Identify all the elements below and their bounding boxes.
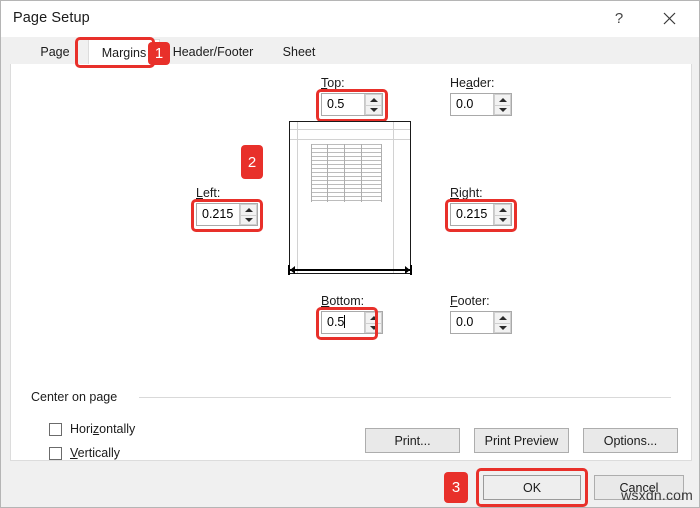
options-button[interactable]: Options... xyxy=(583,428,678,453)
top-margin-spin-up[interactable] xyxy=(365,94,382,105)
caret-up-icon xyxy=(369,315,378,320)
left-margin-input[interactable]: 0.215 xyxy=(197,204,239,225)
left-margin-spin-up[interactable] xyxy=(240,204,257,215)
checkbox-vertically[interactable]: Vertically xyxy=(49,446,120,460)
bottom-margin-input[interactable]: 0.5 xyxy=(322,312,364,333)
tab-page[interactable]: Page xyxy=(22,39,88,65)
footer-margin-input[interactable]: 0.0 xyxy=(451,312,493,333)
center-on-page-group: Center on page Horizontally Vertically xyxy=(31,390,671,466)
right-margin-spin-up[interactable] xyxy=(494,204,511,215)
bottom-margin-spin-down[interactable] xyxy=(365,322,382,333)
caret-down-icon xyxy=(498,107,507,112)
top-margin-label: Top: xyxy=(321,76,345,90)
caret-down-icon xyxy=(498,217,507,222)
caret-up-icon xyxy=(369,97,378,102)
help-button[interactable]: ? xyxy=(597,1,641,35)
ok-button[interactable]: OK xyxy=(483,475,581,500)
tab-strip: Page Margins Header/Footer Sheet xyxy=(10,39,692,66)
page-preview xyxy=(289,121,411,274)
step-badge-1: 1 xyxy=(148,42,170,65)
bottom-margin-indicator[interactable] xyxy=(284,264,416,275)
right-margin-spin-buttons[interactable] xyxy=(493,204,511,225)
bottom-margin-spin-buttons[interactable] xyxy=(364,312,382,333)
bottom-margin-spin-up[interactable] xyxy=(365,312,382,323)
field-group-footer: Footer: 0.0 xyxy=(450,294,512,334)
caret-down-icon xyxy=(498,325,507,330)
step-badge-3: 3 xyxy=(444,472,468,503)
caret-down-icon xyxy=(369,325,378,330)
page-setup-dialog: Page Setup ? Page Margins Header/Footer … xyxy=(0,0,700,508)
caret-up-icon xyxy=(498,97,507,102)
close-icon xyxy=(663,12,676,25)
question-mark-icon: ? xyxy=(614,9,624,27)
right-margin-spinner[interactable]: 0.215 xyxy=(450,203,512,226)
bottom-margin-label: Bottom: xyxy=(321,294,365,308)
top-margin-spinner[interactable]: 0.5 xyxy=(321,93,383,116)
footer-margin-spin-buttons[interactable] xyxy=(493,312,511,333)
field-group-right: Right: 0.215 xyxy=(445,186,517,232)
top-margin-input[interactable]: 0.5 xyxy=(322,94,364,115)
field-group-left: Left: 0.215 xyxy=(191,186,263,232)
footer-margin-spinner[interactable]: 0.0 xyxy=(450,311,512,334)
preview-guide-header xyxy=(290,139,410,140)
left-margin-label: Left: xyxy=(196,186,221,200)
caret-down-icon xyxy=(369,107,378,112)
tab-sheet[interactable]: Sheet xyxy=(266,39,332,65)
caret-down-icon xyxy=(244,217,253,222)
header-margin-spinner[interactable]: 0.0 xyxy=(450,93,512,116)
checkbox-vertically-box[interactable] xyxy=(49,446,62,460)
field-group-header: Header: 0.0 xyxy=(450,76,512,116)
header-margin-spin-buttons[interactable] xyxy=(493,94,511,115)
top-margin-spin-buttons[interactable] xyxy=(364,94,382,115)
right-margin-spin-down[interactable] xyxy=(494,214,511,225)
bottom-margin-value: 0.5 xyxy=(327,315,345,329)
checkbox-horizontally[interactable]: Horizontally xyxy=(49,422,135,436)
right-margin-input[interactable]: 0.215 xyxy=(451,204,493,225)
caret-up-icon xyxy=(498,207,507,212)
header-margin-label: Header: xyxy=(450,76,495,90)
preview-sheet-grid xyxy=(311,144,382,202)
footer-margin-spin-up[interactable] xyxy=(494,312,511,323)
footer-margin-label: Footer: xyxy=(450,294,490,308)
center-on-page-legend: Center on page xyxy=(31,390,124,404)
group-divider xyxy=(139,397,671,398)
checkbox-horizontally-label: Horizontally xyxy=(70,422,136,436)
right-margin-label: Right: xyxy=(450,186,483,200)
preview-guide-top xyxy=(290,129,410,130)
close-button[interactable] xyxy=(647,1,691,35)
header-margin-spin-down[interactable] xyxy=(494,104,511,115)
left-margin-spin-down[interactable] xyxy=(240,214,257,225)
header-margin-input[interactable]: 0.0 xyxy=(451,94,493,115)
top-margin-spin-down[interactable] xyxy=(365,104,382,115)
field-group-top: Top: 0.5 xyxy=(316,76,388,122)
preview-guide-left xyxy=(297,122,298,273)
left-margin-spin-buttons[interactable] xyxy=(239,204,257,225)
caret-up-icon xyxy=(498,315,507,320)
preview-guide-right xyxy=(393,122,394,273)
text-caret xyxy=(344,315,346,328)
bottom-margin-spinner[interactable]: 0.5 xyxy=(321,311,383,334)
page-title: Page Setup xyxy=(13,10,90,26)
checkbox-horizontally-box[interactable] xyxy=(49,422,62,436)
left-margin-spinner[interactable]: 0.215 xyxy=(196,203,258,226)
checkbox-vertically-label: Vertically xyxy=(70,446,121,460)
field-group-bottom: Bottom: 0.5 xyxy=(316,294,383,340)
print-preview-button[interactable]: Print Preview xyxy=(474,428,569,453)
tab-header-footer[interactable]: Header/Footer xyxy=(160,39,266,65)
step-badge-2: 2 xyxy=(241,145,263,179)
print-button[interactable]: Print... xyxy=(365,428,460,453)
caret-up-icon xyxy=(244,207,253,212)
title-bar: Page Setup ? xyxy=(1,1,699,37)
watermark: wsxdn.com xyxy=(621,487,693,503)
footer-margin-spin-down[interactable] xyxy=(494,322,511,333)
header-margin-spin-up[interactable] xyxy=(494,94,511,105)
